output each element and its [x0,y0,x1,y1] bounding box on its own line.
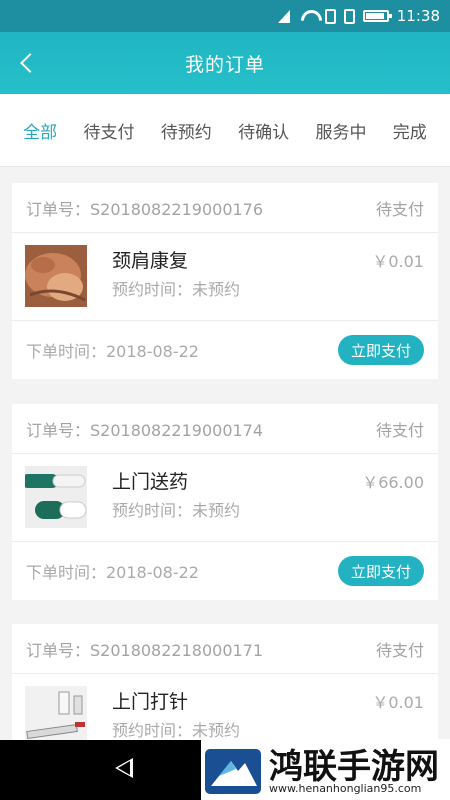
service-name: 上门打针 [112,691,189,713]
order-status: 待支付 [375,199,424,219]
back-button[interactable] [8,44,46,82]
back-icon[interactable] [115,758,133,778]
tab-pending-confirmation[interactable]: 待确认 [238,94,289,167]
tab-pending-payment[interactable]: 待支付 [83,94,134,167]
watermark-url: www.henanhonglian95.com [269,782,422,795]
capsules-photo [25,466,87,528]
sim-card-icon [324,8,336,24]
order-status: 待支付 [375,420,424,440]
tab-all[interactable]: 全部 [23,94,57,167]
syringe-photo [25,686,87,740]
watermark-title: 鸿联手游网 [269,747,439,787]
battery-icon [362,10,392,22]
tab-in-service[interactable]: 服务中 [315,94,366,167]
tab-completed[interactable]: 完成 [393,94,427,167]
order-date: 下单时间：2018-08-22 [26,342,199,361]
service-name: 上门送药 [112,471,189,493]
order-price: ￥66.00 [362,473,424,492]
order-status: 待支付 [375,640,424,660]
order-card[interactable]: 订单号：S2018082219000174 待支付 上门送药 预约时间：未预约 … [12,404,438,600]
watermark-logo [205,749,261,794]
pay-now-button[interactable]: 立即支付 [337,556,424,586]
signal-icon [277,9,293,23]
order-number: 订单号：S2018082218000171 [26,640,264,660]
appointment-time: 预约时间：未预约 [112,721,241,740]
appointment-time: 预约时间：未预约 [112,280,241,299]
app-header: 我的订单 [0,32,450,94]
order-price: ￥0.01 [372,252,424,271]
massage-photo [25,245,87,307]
order-price: ￥0.01 [372,693,424,712]
order-card[interactable]: 订单号：S2018082219000176 待支付 颈肩康复 预约时间：未预约 … [12,183,438,379]
watermark: 鸿联手游网 www.henanhonglian95.com [201,739,450,800]
sim-card-icon [343,8,355,24]
status-time: 11:38 [396,7,440,25]
order-number: 订单号：S2018082219000176 [26,199,264,219]
pay-now-button[interactable]: 立即支付 [337,335,424,365]
page-title: 我的订单 [184,53,265,76]
chevron-left-icon [19,53,40,73]
tab-pending-appointment[interactable]: 待预约 [161,94,212,167]
status-bar: 11:38 [0,0,450,32]
order-tabs: 全部 待支付 待预约 待确认 服务中 完成 [0,94,450,167]
order-card[interactable]: 订单号：S2018082218000171 待支付 上门打针 预约时间：未预约 … [12,624,438,740]
service-name: 颈肩康复 [112,250,189,272]
wifi-icon [301,9,317,23]
order-number: 订单号：S2018082219000174 [26,420,264,440]
appointment-time: 预约时间：未预约 [112,501,241,520]
order-date: 下单时间：2018-08-22 [26,563,199,582]
